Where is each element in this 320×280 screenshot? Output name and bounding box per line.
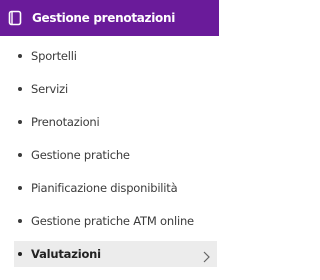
menu-item-valutazioni[interactable]: Valutazioni [14, 241, 217, 267]
menu-item-pianificazione-disponibilita[interactable]: Pianificazione disponibilità [0, 172, 219, 204]
chevron-right-icon [201, 248, 211, 263]
menu-item-label: Gestione pratiche [31, 148, 130, 162]
menu-item-label: Gestione pratiche ATM online [31, 214, 194, 228]
bullet-icon [18, 120, 22, 124]
bullet-icon [18, 153, 22, 157]
bullet-icon [18, 252, 22, 256]
menu-item-prenotazioni[interactable]: Prenotazioni [0, 106, 219, 138]
menu-item-label: Prenotazioni [31, 115, 100, 129]
section-title: Gestione prenotazioni [32, 11, 176, 25]
menu-item-gestione-pratiche[interactable]: Gestione pratiche [0, 139, 219, 171]
bullet-icon [18, 219, 22, 223]
section-header[interactable]: Gestione prenotazioni [0, 0, 219, 36]
booking-icon [8, 10, 22, 26]
menu-item-gestione-pratiche-atm-online[interactable]: Gestione pratiche ATM online [0, 205, 219, 237]
menu-item-sportelli[interactable]: Sportelli [0, 40, 219, 72]
sidebar-menu: Gestione prenotazioni Sportelli Servizi … [0, 0, 219, 280]
bullet-icon [18, 87, 22, 91]
bullet-icon [18, 54, 22, 58]
bullet-icon [18, 186, 22, 190]
menu-item-label: Pianificazione disponibilità [31, 181, 178, 195]
menu-item-servizi[interactable]: Servizi [0, 73, 219, 105]
menu-item-label: Valutazioni [31, 247, 101, 261]
menu-item-label: Servizi [31, 82, 68, 96]
menu-item-label: Sportelli [31, 49, 77, 63]
